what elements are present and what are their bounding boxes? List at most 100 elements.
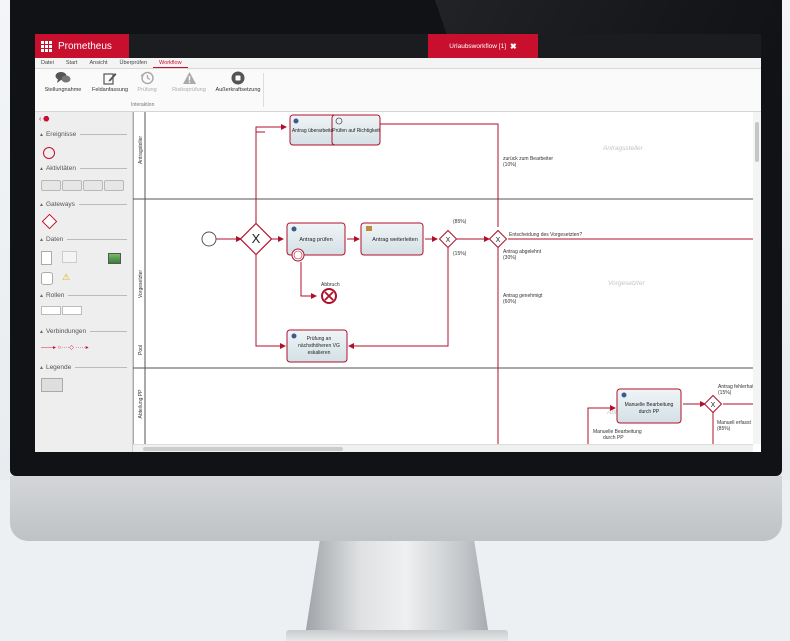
activity-shape[interactable]: [41, 180, 61, 191]
flow-label: (60%): [503, 299, 517, 305]
task-antrag-ueberarbeiten[interactable]: Antrag überarbeiten: [289, 114, 339, 146]
data-input-shape[interactable]: [62, 251, 77, 263]
palette-section-ereignisse[interactable]: ▲ Ereignisse: [39, 131, 127, 138]
lane-label-antragsteller: Antragsteller: [138, 136, 144, 164]
flow-label: (15%): [453, 251, 467, 257]
warning-icon: [182, 72, 196, 84]
pruefung-label: Prüfung: [137, 87, 157, 93]
document-tab[interactable]: Urlaubsworkflow [1] ✖: [428, 34, 538, 58]
flow-label: (15%): [718, 390, 732, 396]
palette-section-verbindungen[interactable]: ▲ Verbindungen: [39, 328, 127, 335]
close-icon[interactable]: ✖: [510, 42, 517, 51]
caret-icon: ▲: [39, 236, 44, 243]
tab-workflow[interactable]: Workflow: [153, 58, 188, 68]
xor-gateway-pp[interactable]: X: [703, 394, 723, 414]
xor-gateway-decision[interactable]: X: [488, 229, 508, 249]
comments-icon: [55, 72, 71, 83]
role-shape[interactable]: [62, 306, 82, 315]
palette-header[interactable]: ‹ ⬣: [39, 115, 49, 123]
scrollbar-thumb[interactable]: [143, 447, 343, 451]
palette-section-label: Ereignisse: [45, 131, 77, 138]
start-event-shape[interactable]: [43, 147, 55, 159]
palette-section-label: Legende: [45, 364, 72, 371]
document-tab-title: Urlaubsworkflow [1]: [449, 42, 506, 50]
task-label: Manuelle Bearbeitung: [625, 402, 674, 408]
caret-icon: ▲: [39, 364, 44, 371]
user-icon: [291, 226, 297, 232]
caret-icon: ▲: [39, 292, 44, 299]
tab-ueberpruefen[interactable]: Überprüfen: [114, 58, 154, 68]
activity-shape[interactable]: [83, 180, 103, 191]
palette-section-aktivitaeten[interactable]: ▲ Aktivitäten: [39, 165, 127, 172]
xor-gateway-join[interactable]: X: [239, 222, 273, 256]
gateway-shape[interactable]: [41, 213, 58, 230]
data-store-shape[interactable]: [41, 272, 53, 285]
data-object-shape[interactable]: [41, 251, 52, 265]
tab-datei[interactable]: Datei: [35, 58, 60, 68]
app-launcher[interactable]: Prometheus: [35, 34, 129, 58]
caret-icon: ▲: [39, 328, 44, 335]
vertical-scrollbar[interactable]: [753, 112, 761, 444]
ausserkraftsetzung-label: Außerkraftsetzung: [215, 87, 261, 93]
xor-gateway-split[interactable]: X: [438, 229, 458, 249]
flow-label: (85%): [453, 219, 467, 225]
svg-text:X: X: [252, 231, 261, 246]
lane-label-abteilung: Abteilung PP: [138, 389, 144, 419]
legend-shape[interactable]: [41, 378, 63, 392]
monitor-stand-base: [286, 630, 508, 641]
palette-section-rollen[interactable]: ▲ Rollen: [39, 292, 127, 299]
role-shape[interactable]: [41, 306, 61, 315]
palette-section-gateways[interactable]: ▲ Gateways: [39, 201, 127, 208]
task-label: Antrag überarbeiten: [292, 128, 336, 134]
flow-label: durch PP: [603, 435, 624, 441]
task-label: nächsthöheren VG: [298, 343, 340, 349]
task-antrag-weiterleiten[interactable]: Antrag weiterleiten: [360, 222, 424, 256]
caret-icon: ▲: [39, 165, 44, 172]
user-icon: [621, 392, 627, 398]
warning-icon[interactable]: ⚠: [62, 272, 70, 283]
scrollbar-thumb[interactable]: [755, 122, 759, 162]
task-pruefen-richtigkeit[interactable]: Prüfen auf Richtigkeit: [331, 114, 381, 146]
monitor-chin: [10, 476, 782, 541]
boundary-timer-event[interactable]: [291, 248, 305, 262]
activity-shape[interactable]: [104, 180, 124, 191]
risikopruefung-label: Risikoprüfung: [172, 87, 206, 93]
flow-label: (30%): [503, 255, 517, 261]
ribbon: Stellungnahme Feldanfassung Prüfung Risi…: [35, 69, 761, 112]
task-manuelle-bearbeitung[interactable]: Manuelle Bearbeitung durch PP: [616, 388, 682, 424]
palette-section-label: Daten: [45, 236, 64, 243]
activity-shape[interactable]: [62, 180, 82, 191]
palette-section-label: Aktivitäten: [45, 165, 76, 172]
risikopruefung-button[interactable]: Risikoprüfung: [169, 71, 209, 101]
diagram-canvas[interactable]: Antragsteller Vorgesetzter Pool Abteilun…: [133, 112, 761, 444]
palette-section-label: Verbindungen: [45, 328, 87, 335]
palette-section-daten[interactable]: ▲ Daten: [39, 236, 127, 243]
caret-icon: ▲: [39, 201, 44, 208]
script-icon: [366, 226, 372, 231]
edit-icon: [103, 73, 117, 85]
pool-label: Pool: [138, 345, 144, 355]
caret-icon: ▲: [39, 131, 44, 138]
flow-label: Entscheidung des Vorgesetzten?: [509, 232, 582, 238]
lane-watermark: Antragssteller: [602, 145, 644, 152]
cancel-end-event[interactable]: [321, 288, 337, 304]
ribbon-separator: [263, 73, 264, 107]
lane-label-vorgesetzter: Vorgesetzter: [138, 270, 144, 298]
horizontal-scrollbar[interactable]: [133, 444, 753, 452]
history-icon: [140, 71, 154, 85]
feldanfassung-label: Feldanfassung: [91, 87, 129, 93]
stellungnahme-button[interactable]: Stellungnahme: [41, 71, 85, 101]
tab-start[interactable]: Start: [60, 58, 84, 68]
start-event[interactable]: [201, 231, 217, 247]
palette-section-legende[interactable]: ▲ Legende: [39, 364, 127, 371]
pruefung-button[interactable]: Prüfung: [135, 71, 159, 101]
user-icon: [293, 118, 299, 124]
task-pruefung-eskalieren[interactable]: Prüfung an nächsthöheren VG eskalieren: [286, 329, 348, 363]
connection-shapes[interactable]: ——▸ ○····◇ ·····▸: [41, 344, 89, 351]
tab-ansicht[interactable]: Ansicht: [83, 58, 113, 68]
palette-section-label: Gateways: [45, 201, 75, 208]
feldanfassung-button[interactable]: Feldanfassung: [89, 71, 131, 101]
grid-icon: [41, 40, 52, 52]
image-icon[interactable]: [108, 253, 121, 264]
ausserkraftsetzung-button[interactable]: Außerkraftsetzung: [215, 71, 261, 101]
